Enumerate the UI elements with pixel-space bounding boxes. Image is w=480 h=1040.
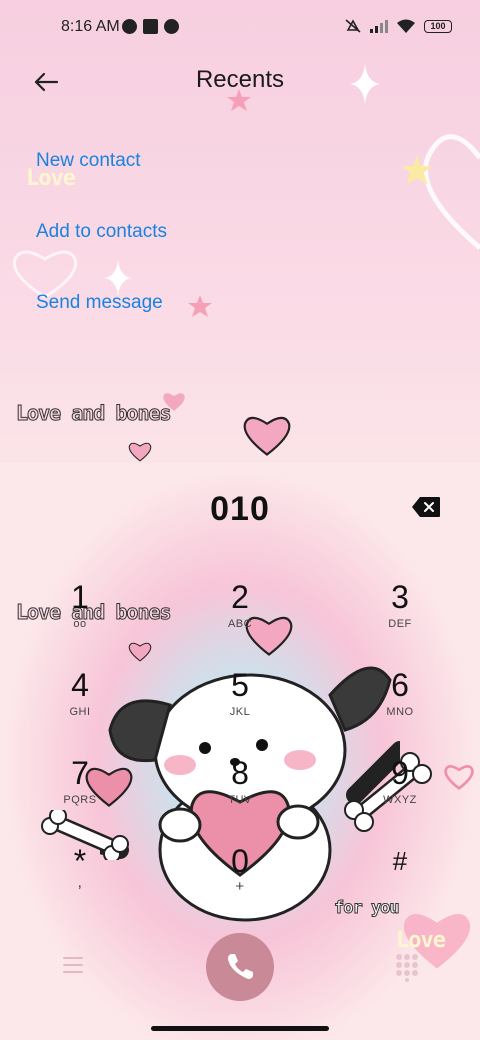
battery-icon: 100 <box>424 19 452 33</box>
new-contact-link[interactable]: New contact <box>36 150 141 172</box>
app-notification-icon <box>122 19 137 34</box>
key-3[interactable]: 3 DEF <box>340 580 460 670</box>
love-sticker-text: Love <box>396 928 446 953</box>
heart-icon <box>163 393 185 411</box>
key-star[interactable]: * , <box>20 844 140 934</box>
key-5[interactable]: 5 JKL <box>180 668 300 758</box>
sparkle-icon <box>350 64 380 104</box>
dialed-number: 010 <box>210 490 270 528</box>
key-4[interactable]: 4 GHI <box>20 668 140 758</box>
heart-icon <box>243 416 291 456</box>
sparkle-icon <box>104 260 132 296</box>
key-2[interactable]: 2 ABC <box>180 580 300 670</box>
notification-icons <box>122 19 179 34</box>
heart-icon <box>128 442 152 462</box>
menu-icon <box>63 957 83 973</box>
status-bar: 8:16 AM 100 <box>0 0 480 56</box>
heart-outline-icon <box>423 134 480 250</box>
status-time: 8:16 AM <box>61 18 120 35</box>
keypad-toggle-button[interactable] <box>394 952 420 982</box>
key-9[interactable]: 9 WXYZ <box>340 756 460 846</box>
love-and-bones-sticker: Love and bones <box>16 401 173 426</box>
dialpad-icon <box>396 954 418 982</box>
home-indicator[interactable] <box>151 1026 329 1031</box>
key-8[interactable]: 8 TUV <box>180 756 300 846</box>
system-icons: 100 <box>344 18 452 34</box>
send-message-link[interactable]: Send message <box>36 292 163 314</box>
key-0[interactable]: 0 + <box>180 844 300 934</box>
menu-button[interactable] <box>58 952 88 978</box>
phone-icon <box>228 954 253 979</box>
call-button[interactable] <box>206 933 274 1001</box>
key-1[interactable]: 1 ᴏᴏ <box>20 580 140 670</box>
signal-icon <box>370 20 388 33</box>
backspace-button[interactable] <box>411 496 441 518</box>
star-icon <box>227 89 251 111</box>
key-7[interactable]: 7 PQRS <box>20 756 140 846</box>
add-to-contacts-link[interactable]: Add to contacts <box>36 221 167 243</box>
star-icon <box>188 295 212 317</box>
star-icon <box>401 155 433 185</box>
app-notification-icon <box>164 19 179 34</box>
wifi-icon <box>397 19 415 33</box>
voicemail-icon: ᴏᴏ <box>73 618 87 630</box>
key-6[interactable]: 6 MNO <box>340 668 460 758</box>
backspace-icon <box>412 497 440 517</box>
for-you-sticker: for you <box>334 898 401 919</box>
mute-vibrate-icon <box>345 19 361 33</box>
stop-notification-icon <box>143 19 158 34</box>
